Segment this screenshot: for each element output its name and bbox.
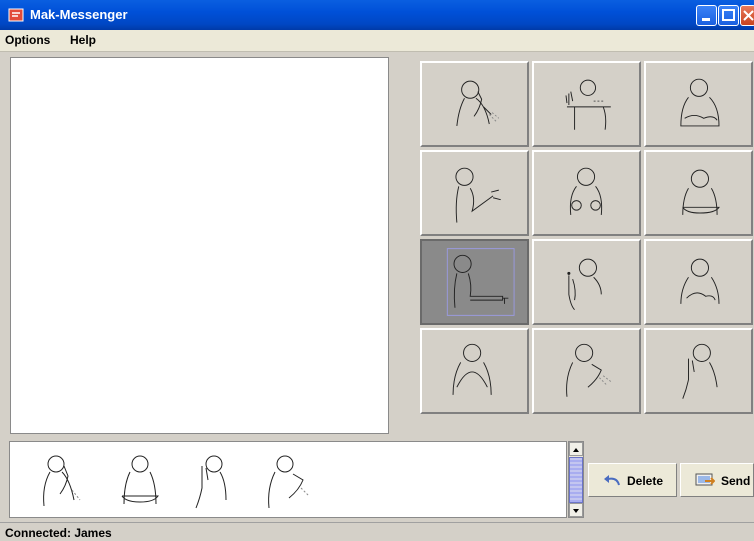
- arrow-up-icon: [573, 448, 579, 452]
- maximize-button[interactable]: [718, 5, 739, 26]
- sign-thumb-up[interactable]: [644, 328, 753, 414]
- sign-thumb-up-icon: [682, 343, 718, 399]
- minimize-button[interactable]: [696, 5, 717, 26]
- compose-sign-hand-shoulder-icon: [268, 455, 310, 509]
- window-title: Mak-Messenger: [30, 7, 128, 22]
- connection-status: Connected: James: [5, 526, 112, 540]
- sign-grid: [420, 61, 754, 416]
- maximize-icon: [722, 9, 735, 21]
- sign-phone-icon: [456, 80, 500, 126]
- undo-arrow-icon: [604, 475, 620, 486]
- close-button[interactable]: [740, 5, 754, 26]
- sign-both-fists[interactable]: [532, 150, 641, 236]
- sign-hands-together[interactable]: [644, 61, 753, 147]
- send-icon: [695, 473, 715, 486]
- sign-hands-cup-icon: [452, 343, 492, 395]
- sign-arm-point[interactable]: [532, 61, 641, 147]
- menu-help[interactable]: Help: [70, 33, 96, 47]
- sign-hands-together-icon: [680, 78, 720, 127]
- arrow-down-icon: [573, 509, 579, 513]
- sign-both-fists-icon: [569, 167, 603, 215]
- sign-hands-cup[interactable]: [420, 328, 529, 414]
- compose-sign-phone-icon: [43, 455, 81, 507]
- compose-panel[interactable]: [9, 441, 567, 518]
- sign-reach[interactable]: [420, 150, 529, 236]
- delete-label: Delete: [627, 474, 664, 488]
- sign-finger-up-icon: [567, 258, 602, 310]
- sign-hands-clasp-icon: [680, 258, 720, 304]
- sign-point-right[interactable]: [420, 239, 529, 325]
- minimize-icon: [702, 18, 710, 21]
- sign-hands-clasp[interactable]: [644, 239, 753, 325]
- sign-phone[interactable]: [420, 61, 529, 147]
- scroll-down-button[interactable]: [569, 503, 583, 517]
- sign-hand-shoulder[interactable]: [532, 328, 641, 414]
- sign-point-right-icon: [446, 248, 515, 316]
- scroll-up-button[interactable]: [569, 442, 583, 456]
- menu-options[interactable]: Options: [5, 33, 50, 47]
- sign-reach-icon: [455, 167, 501, 223]
- send-label: Send: [721, 474, 751, 488]
- status-bar: Connected: James: [0, 522, 754, 541]
- sign-finger-up[interactable]: [532, 239, 641, 325]
- sign-arm-point-icon: [565, 79, 611, 130]
- send-button[interactable]: Send: [680, 463, 754, 497]
- sign-hand-shoulder-icon: [566, 343, 612, 397]
- compose-sign-thumb-up-icon: [195, 455, 227, 509]
- title-bar: Mak-Messenger: [0, 0, 754, 30]
- menu-bar: Options Help: [0, 30, 754, 52]
- close-icon: [743, 10, 754, 21]
- sign-hands-flat-icon: [682, 169, 720, 215]
- compose-sign-hands-flat-icon: [121, 455, 159, 505]
- compose-scrollbar[interactable]: [568, 441, 584, 518]
- conversation-panel[interactable]: [10, 57, 389, 434]
- delete-button[interactable]: Delete: [588, 463, 677, 497]
- sign-hands-flat[interactable]: [644, 150, 753, 236]
- scroll-thumb[interactable]: [569, 457, 583, 503]
- app-icon: [8, 8, 24, 22]
